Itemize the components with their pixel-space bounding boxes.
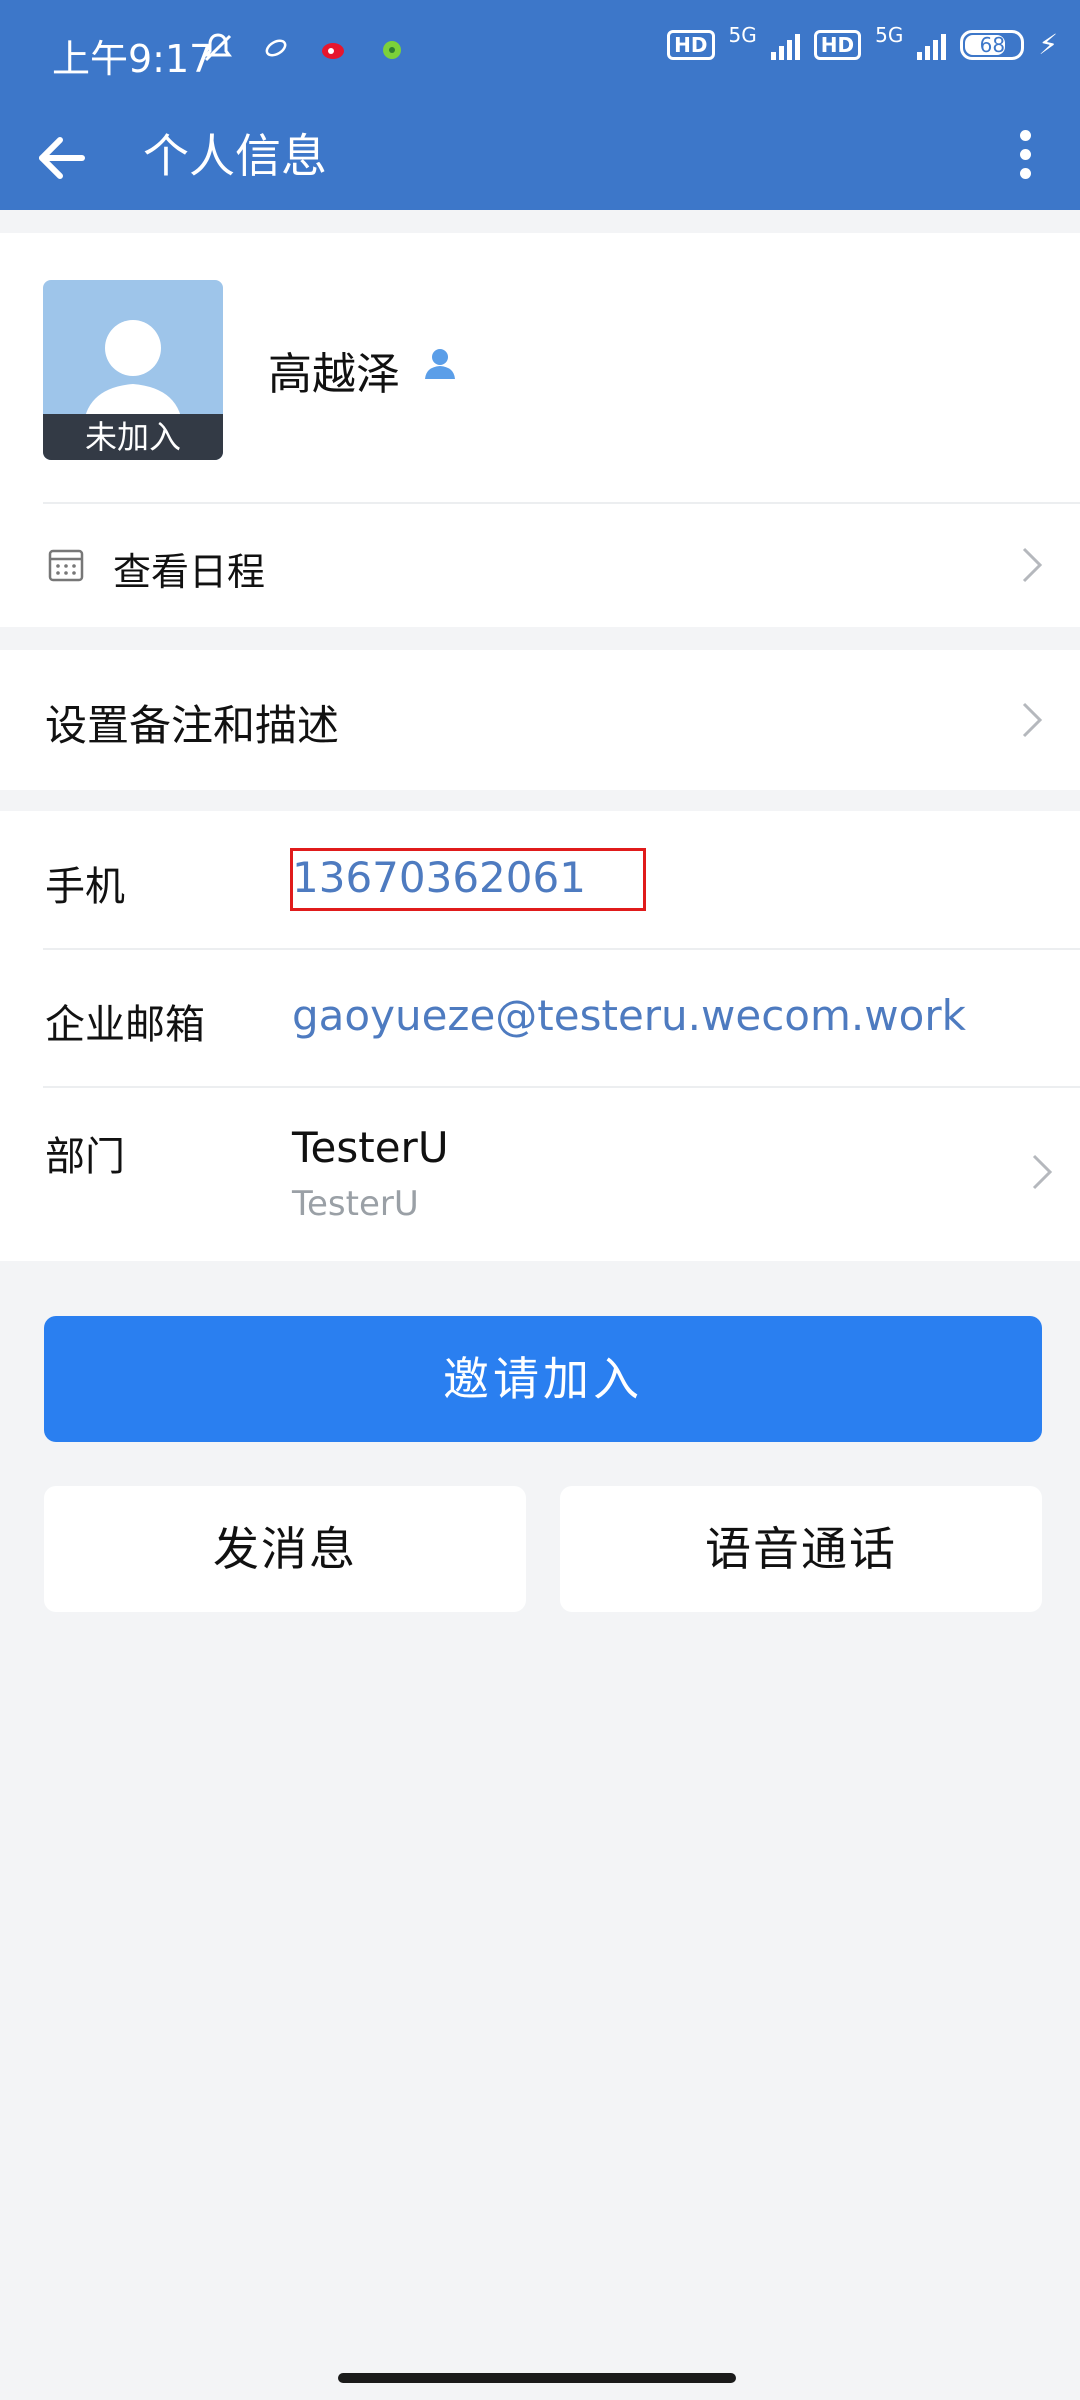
divider xyxy=(43,1086,1080,1088)
hd-badge-2: HD xyxy=(813,29,862,60)
email-label: 企业邮箱 xyxy=(45,1002,205,1048)
nav-bar: 个人信息 xyxy=(0,100,1080,210)
view-schedule-row[interactable]: 查看日程 xyxy=(0,503,1080,627)
arrow-left-icon xyxy=(39,137,85,179)
chevron-right-icon xyxy=(1022,702,1043,738)
contact-info-card: 手机 13670362061 企业邮箱 gaoyueze@testeru.wec… xyxy=(0,811,1080,1261)
chevron-right-icon xyxy=(1032,1154,1053,1190)
app-notification-icon xyxy=(265,39,287,57)
more-options-button[interactable] xyxy=(990,114,1060,194)
department-path: TesterU xyxy=(292,1184,419,1224)
battery-icon: 68 xyxy=(960,29,1025,60)
notification-icons xyxy=(200,30,410,66)
user-icon xyxy=(425,349,455,379)
user-name: 高越泽 xyxy=(268,349,400,400)
hd-badge: HD xyxy=(667,29,715,60)
divider xyxy=(43,948,1080,950)
home-indicator[interactable] xyxy=(338,2373,736,2383)
invite-button[interactable]: 邀请加入 xyxy=(44,1316,1042,1442)
voice-call-button[interactable]: 语音通话 xyxy=(560,1486,1042,1612)
email-address[interactable]: gaoyueze@testeru.wecom.work xyxy=(292,991,966,1040)
network-type: 5G xyxy=(728,22,757,47)
back-button[interactable] xyxy=(30,118,110,198)
app-green-icon xyxy=(383,41,401,59)
signal-icon-2 xyxy=(917,30,947,60)
avatar[interactable]: 未加入 xyxy=(43,280,223,460)
department-label: 部门 xyxy=(45,1134,125,1180)
chevron-right-icon xyxy=(1022,547,1043,583)
calendar-icon xyxy=(48,549,84,582)
battery-level: 68 xyxy=(979,32,1006,57)
page-title: 个人信息 xyxy=(143,129,327,183)
weibo-icon xyxy=(322,43,344,59)
top-bar: 上午9:17 HD 5G HD 5G 68 ⚡ 个人信息 xyxy=(0,0,1080,210)
profile-card: 未加入 高越泽 查看日程 xyxy=(0,233,1080,627)
remark-label: 设置备注和描述 xyxy=(45,701,340,750)
charging-icon: ⚡ xyxy=(1038,28,1058,61)
send-message-button[interactable]: 发消息 xyxy=(44,1486,526,1612)
status-bar: 上午9:17 HD 5G HD 5G 68 ⚡ xyxy=(0,0,1080,100)
bell-muted-icon xyxy=(204,33,232,62)
department-name: TesterU xyxy=(292,1123,449,1172)
network-type-2: 5G xyxy=(875,22,904,47)
schedule-label: 查看日程 xyxy=(113,550,266,594)
highlight-box xyxy=(290,848,646,911)
more-vertical-icon xyxy=(1019,129,1031,141)
remark-row[interactable]: 设置备注和描述 xyxy=(0,650,1080,790)
status-time: 上午9:17 xyxy=(52,37,214,81)
not-joined-badge: 未加入 xyxy=(43,414,223,460)
system-indicators: HD 5G HD 5G 68 ⚡ xyxy=(667,23,1058,61)
phone-label: 手机 xyxy=(45,864,125,910)
signal-icon xyxy=(770,30,800,60)
